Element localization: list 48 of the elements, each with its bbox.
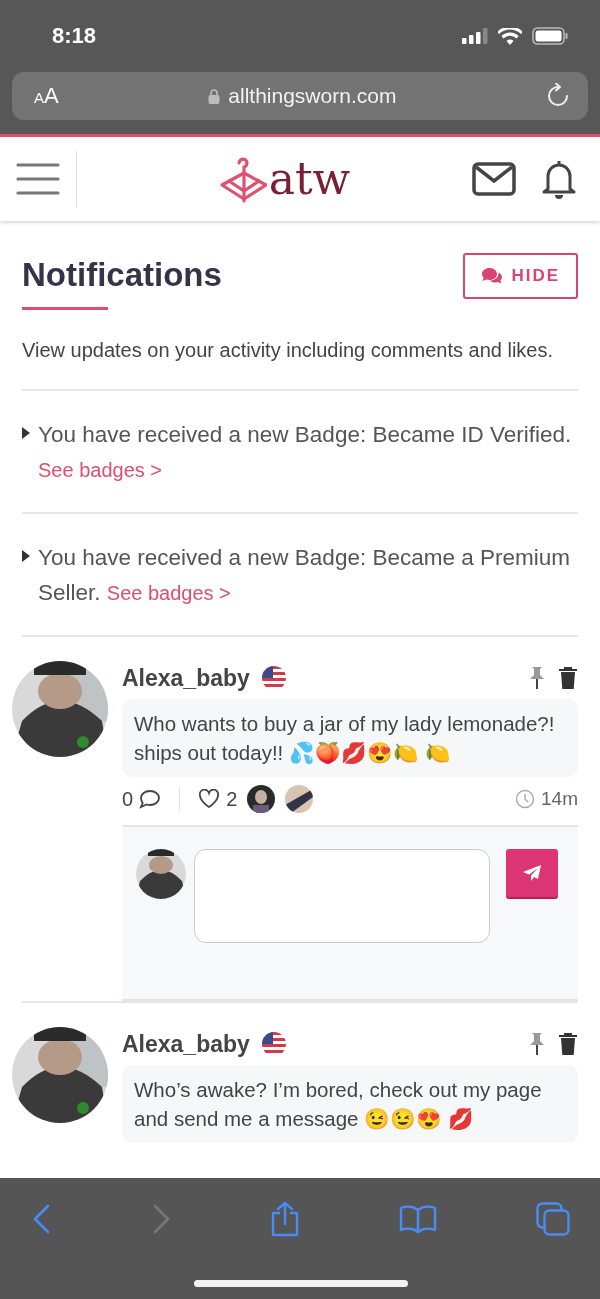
back-icon[interactable]	[32, 1204, 52, 1234]
bookmarks-icon[interactable]	[399, 1204, 437, 1234]
flag-icon	[261, 666, 286, 690]
menu-button[interactable]	[16, 162, 60, 196]
send-icon	[522, 864, 542, 882]
address-bar[interactable]: AA allthingsworn.com	[12, 72, 588, 120]
bell-icon[interactable]	[540, 159, 578, 199]
share-icon[interactable]	[270, 1201, 300, 1237]
page-description: View updates on your activity including comments and likes.	[22, 338, 554, 363]
trash-icon[interactable]	[558, 666, 578, 690]
username[interactable]: Alexa_baby	[122, 664, 250, 692]
reload-icon[interactable]	[546, 83, 570, 109]
pin-icon[interactable]	[528, 666, 546, 690]
page-title: Notifications	[22, 255, 222, 295]
comment-count: 0	[122, 787, 134, 811]
tabs-icon[interactable]	[536, 1202, 570, 1236]
site-logo[interactable]: atw	[268, 157, 351, 201]
chat-icon	[481, 267, 504, 285]
status-time: 8:18	[52, 23, 97, 49]
lock-icon	[208, 88, 221, 104]
text-size-button[interactable]: AA	[34, 83, 59, 109]
comment-icon[interactable]	[139, 789, 162, 809]
heart-icon[interactable]	[198, 789, 221, 809]
mail-icon[interactable]	[472, 162, 516, 196]
trash-icon[interactable]	[558, 1032, 578, 1056]
see-badges-link[interactable]: See badges >	[106, 582, 231, 604]
username[interactable]: Alexa_baby	[122, 1030, 250, 1058]
post-text: Who wants to buy a jar of my lady lemonade?! ships out today!! 💦🍑💋😍🍋 🍋	[134, 711, 556, 767]
pin-icon[interactable]	[528, 1032, 546, 1056]
see-badges-link[interactable]: See badges >	[38, 459, 162, 481]
post-text: Who’s awake? I’m bored, check out my page and send me a message 😉😉😍 💋	[134, 1077, 543, 1132]
caret-icon	[22, 550, 30, 562]
notification-text: You have received a new Badge: Became ID Verified. See badges >	[38, 421, 573, 483]
wifi-icon	[498, 27, 522, 45]
url-text: allthingsworn.com	[228, 84, 397, 108]
battery-icon	[532, 27, 568, 45]
menu-icon	[16, 162, 60, 196]
notification-text: You have received a new Badge: Became a Premium Seller. See badges >	[38, 544, 571, 607]
flag-icon	[261, 1032, 286, 1056]
send-button[interactable]	[506, 849, 558, 897]
comment-input[interactable]	[194, 849, 490, 943]
signal-icon	[462, 28, 488, 44]
hide-button[interactable]: HIDE	[463, 253, 578, 299]
hanger-icon	[218, 155, 267, 203]
caret-icon	[22, 427, 30, 439]
like-count: 2	[226, 787, 238, 811]
post-time: 14m	[541, 788, 578, 810]
clock-icon	[515, 789, 536, 809]
